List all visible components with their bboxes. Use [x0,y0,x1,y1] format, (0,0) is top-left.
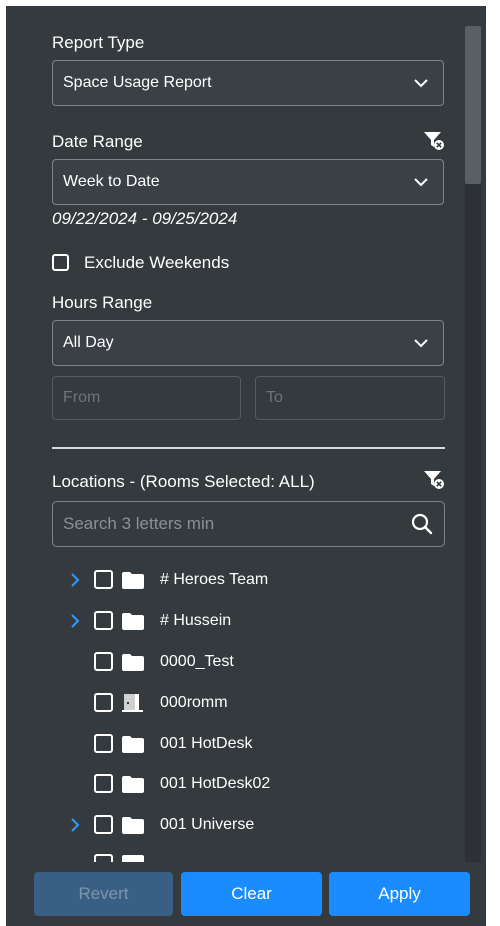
date-range-select[interactable]: Week to Date [52,159,444,205]
hours-range-value: All Day [63,334,114,351]
search-icon[interactable] [410,512,434,536]
chevron-down-icon [414,178,428,187]
folder-icon [122,653,144,671]
tree-row-label: # Hussein [160,612,232,629]
hours-range-label: Hours Range [52,293,153,312]
tree-row-checkbox[interactable] [94,815,113,834]
report-filter-panel: Report Type Space Usage Report Date Rang… [6,6,486,926]
chevron-right-icon[interactable] [70,613,80,629]
chevron-down-icon [414,79,428,88]
folder-icon [122,612,144,630]
clear-filter-icon[interactable] [424,132,444,150]
tree-row-checkbox[interactable] [94,611,113,630]
tree-row[interactable]: 001 HotDesk [52,729,452,759]
tree-row-checkbox[interactable] [94,693,113,712]
tree-row-label: 001 HotDesk [160,735,253,752]
tree-row-label: 0000_Test [160,653,234,670]
door-icon [122,694,144,712]
locations-label: Locations - (Rooms Selected: ALL) [52,472,315,491]
chevron-right-icon[interactable] [70,817,80,833]
tree-row[interactable]: # Heroes Team [52,565,452,595]
date-range-value: Week to Date [63,173,160,190]
tree-row[interactable]: 001 HotDesk02 [52,769,452,799]
folder-icon [122,571,144,589]
tree-row[interactable]: # Hussein [52,606,452,636]
hours-to-placeholder: To [266,389,283,406]
tree-row-label: 001 HotDesk02 [160,775,271,792]
folder-icon [122,775,144,793]
exclude-weekends-checkbox[interactable] [52,254,69,271]
date-range-text: 09/22/2024 - 09/25/2024 [52,209,238,228]
section-divider [52,447,445,449]
tree-row-label: 001 Universe [160,816,255,833]
hours-range-select[interactable]: All Day [52,320,444,366]
tree-row[interactable]: 000romm [52,688,452,718]
tree-row-label: # Heroes Team [160,571,269,588]
chevron-down-icon [414,339,428,348]
date-range-label: Date Range [52,132,143,151]
clear-button[interactable]: Clear [181,872,322,916]
tree-row-checkbox[interactable] [94,652,113,671]
report-type-value: Space Usage Report [63,74,212,91]
tree-row[interactable]: 0000_Test [52,647,452,677]
clear-filter-icon[interactable] [424,471,444,489]
tree-row[interactable]: 001 Universe [52,810,452,840]
locations-search-input[interactable]: Search 3 letters min [52,501,445,547]
search-placeholder: Search 3 letters min [63,514,215,533]
folder-icon [122,816,144,834]
hours-from-input[interactable]: From [52,376,241,420]
scrollbar-thumb[interactable] [465,26,481,184]
hours-to-input[interactable]: To [255,376,445,420]
tree-row-checkbox[interactable] [94,774,113,793]
report-type-label: Report Type [52,33,145,52]
tree-row-partial-checkbox [94,854,113,862]
exclude-weekends-label[interactable]: Exclude Weekends [84,253,229,273]
tree-row-checkbox[interactable] [94,734,113,753]
folder-icon [122,735,144,753]
folder-icon [122,855,144,862]
chevron-right-icon[interactable] [70,572,80,588]
tree-row-label: 000romm [160,694,228,711]
tree-row-checkbox[interactable] [94,570,113,589]
report-type-select[interactable]: Space Usage Report [52,60,444,106]
hours-from-placeholder: From [63,389,101,406]
apply-button[interactable]: Apply [329,872,470,916]
revert-button[interactable]: Revert [34,872,173,916]
